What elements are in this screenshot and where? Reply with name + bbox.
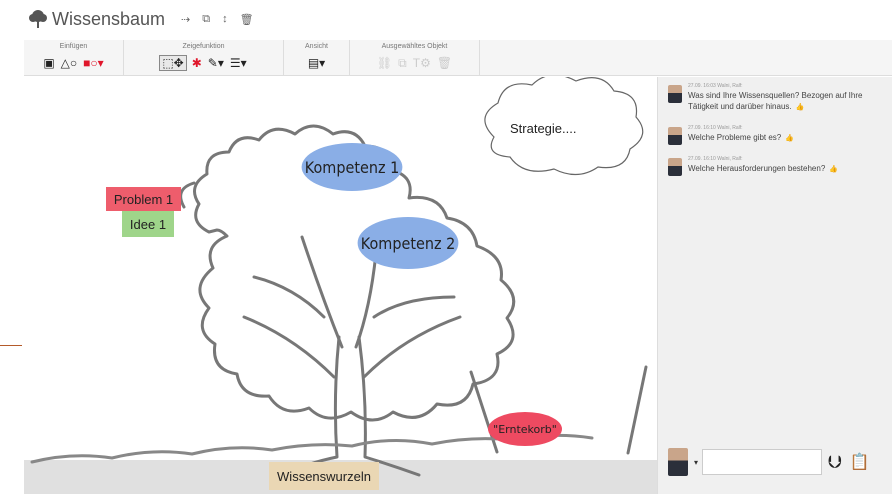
view-mode-button[interactable]: ▤▾ [308,56,325,70]
pen-tool-button[interactable]: ✎▾ [208,56,224,70]
erntekorb-ellipse[interactable]: "Erntekorb" [488,412,562,446]
chat-input[interactable] [702,449,823,475]
insert-image-button[interactable]: ▣ [43,56,54,70]
title-bar: Wissensbaum ⇢ ⧉ ↕ 🗑 [0,0,892,38]
tree-drawing [30,77,648,479]
chat-sidebar: 27.09. 16:03 Walni, Ralf: Was sind Ihre … [657,77,892,494]
avatar [668,158,682,176]
problem-1-card[interactable]: Problem 1 [106,187,181,211]
avatar [668,85,682,103]
duplicate-icon: ⧉ [398,56,407,70]
ribbon-group-label: Ansicht [305,43,328,50]
message-text: Welche Herausforderungen bestehen? 👍 [688,164,838,175]
laser-dot-icon: ✱ [191,56,202,70]
message-meta: 27.09. 16:10 Walni, Ralf: [688,125,743,131]
object-copy-button[interactable]: ⧉ [398,56,407,70]
object-text-button[interactable]: T⚙ [413,56,431,70]
app-window: Wissensbaum ⇢ ⧉ ↕ 🗑 Einfügen ▣ △○ ■○▾ Ze… [0,0,892,494]
kompetenz-2-ellipse[interactable]: Kompetenz 2 [357,217,459,269]
like-icon[interactable]: 👍 [785,133,794,144]
message-meta: 27.09. 16:10 Walni, Ralf: [688,156,743,162]
ribbon-group-label: Einfügen [59,43,88,50]
chat-message: 27.09. 16:10 Walni, Ralf: Welche Problem… [668,125,890,145]
select-move-icon: ⬚✥ [162,56,184,70]
ribbon-group-label: Zeigefunktion [182,43,225,50]
idee-1-card[interactable]: Idee 1 [122,211,174,237]
tree-logo-icon [29,10,47,28]
shapes-icon: △○ [60,56,78,70]
send-button[interactable]: ⮋ [828,452,842,473]
like-icon[interactable]: 👍 [829,164,838,175]
ribbon-group-ansicht: Ansicht ▤▾ [284,40,350,76]
chevron-down-icon[interactable]: ▾ [694,458,698,467]
object-link-button[interactable]: ⛓ [377,56,392,70]
clipboard-icon: 📋 [849,454,870,471]
whiteboard-canvas[interactable]: Strategie.... Kompetenz 1 Kompetenz 2 "E… [24,77,657,494]
avatar [668,127,682,145]
clipboard-button[interactable]: 📋 [850,452,870,472]
ribbon-group-einfuegen: Einfügen ▣ △○ ■○▾ [24,40,124,76]
trash-icon: 🗑 [239,13,254,26]
export-button[interactable]: ↕ [222,13,228,25]
delete-button[interactable]: 🗑 [240,13,254,26]
message-text: Was sind Ihre Wissensquellen? Bezogen au… [688,91,863,113]
app-title: Wissensbaum [52,8,166,29]
object-delete-button[interactable]: 🗑 [437,56,452,70]
insert-note-button[interactable]: ■○▾ [83,56,104,70]
ribbon-group-label: Ausgewähltes Objekt [381,43,448,50]
ribbon-toolbar: Einfügen ▣ △○ ■○▾ Zeigefunktion ⬚✥ ✱ ✎▾ … [24,40,892,76]
note-color-icon: ■○▾ [83,56,104,70]
export-icon: ↕ [222,13,228,25]
edge-divider [0,345,22,346]
ribbon-group-zeigefunktion: Zeigefunktion ⬚✥ ✱ ✎▾ ☰▾ [124,40,284,76]
laser-pointer-button[interactable]: ✱ [192,56,202,70]
select-tool-button[interactable]: ⬚✥ [159,55,187,71]
image-icon: ▣ [43,56,55,70]
insert-shapes-button[interactable]: △○ [61,56,77,70]
trash-icon: 🗑 [436,56,453,70]
share-icon: ⇢ [181,13,191,26]
pen-icon: ✎▾ [207,56,224,70]
copy-icon: ⧉ [202,12,211,25]
chat-composer: ▾ ⮋ 📋 [668,447,890,477]
line-style-icon: ☰▾ [229,56,247,70]
strategie-cloud-label[interactable]: Strategie.... [510,121,576,136]
copy-button[interactable]: ⧉ [202,13,210,26]
text-icon: T⚙ [412,56,431,70]
line-style-button[interactable]: ☰▾ [230,56,247,70]
kompetenz-1-ellipse[interactable]: Kompetenz 1 [301,143,403,191]
message-text: Welche Probleme gibt es? 👍 [688,133,794,144]
wissenswurzeln-card[interactable]: Wissenswurzeln [269,462,379,490]
ribbon-group-ausgewaehltes-objekt: Ausgewähltes Objekt ⛓ ⧉ T⚙ 🗑 [350,40,480,76]
link-icon: ⛓ [376,56,393,70]
chat-message: 27.09. 16:10 Walni, Ralf: Welche Herausf… [668,156,890,176]
message-meta: 27.09. 16:03 Walni, Ralf: [688,83,743,89]
share-button[interactable]: ⇢ [181,13,190,26]
avatar[interactable] [668,448,688,476]
chat-message: 27.09. 16:03 Walni, Ralf: Was sind Ihre … [668,83,890,113]
send-icon: ⮋ [828,451,842,472]
view-layout-icon: ▤▾ [307,56,326,70]
like-icon[interactable]: 👍 [796,102,805,113]
